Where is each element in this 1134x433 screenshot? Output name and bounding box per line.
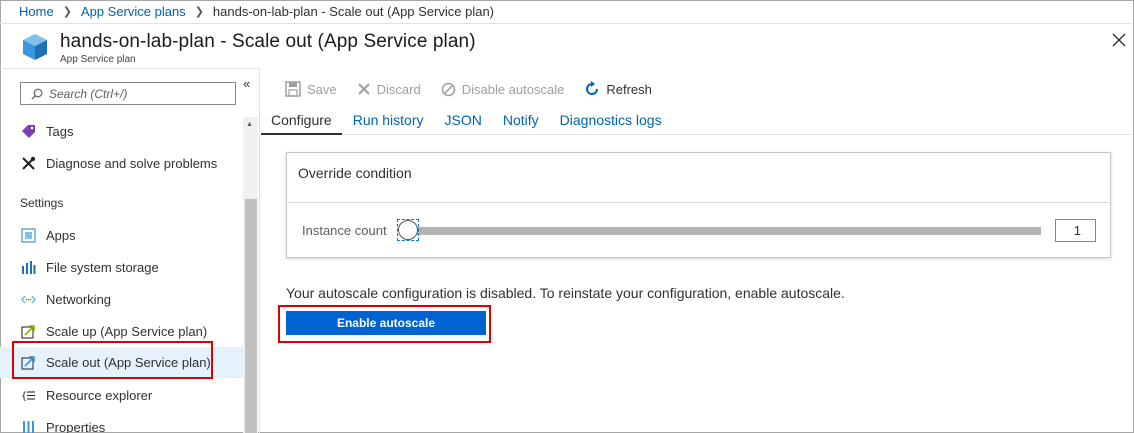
tag-icon — [20, 123, 37, 140]
section-heading-settings: Settings — [20, 196, 64, 210]
sidebar-item-label: Diagnose and solve problems — [46, 156, 218, 171]
networking-icon — [20, 291, 37, 308]
highlight-scale-out — [12, 341, 213, 379]
sidebar-item-label: Tags — [46, 124, 74, 139]
instance-count-slider[interactable] — [407, 227, 1041, 235]
tab-diagnostics-logs[interactable]: Diagnostics logs — [550, 105, 672, 135]
storage-icon — [20, 259, 37, 276]
disable-icon — [441, 82, 455, 96]
save-button[interactable]: Save — [285, 81, 337, 97]
refresh-icon — [586, 81, 599, 95]
sidebar-item-label: Networking — [46, 292, 112, 307]
blade-header: hands-on-lab-plan - Scale out (App Servi… — [0, 25, 1132, 68]
override-condition-card: Override condition Instance count 1 — [286, 152, 1111, 258]
refresh-label: Refresh — [606, 81, 652, 97]
search-input[interactable]: Search (Ctrl+/) — [20, 82, 236, 105]
breadcrumb-home[interactable]: Home — [19, 4, 54, 19]
sidebar-item-label: Properties — [46, 420, 106, 433]
highlight-enable-autoscale — [278, 305, 491, 343]
breadcrumb-app-service-plans[interactable]: App Service plans — [81, 4, 186, 19]
sidebar-item-resource-explorer[interactable]: { Resource explorer — [0, 380, 243, 411]
sidebar-item-networking[interactable]: Networking — [0, 284, 243, 315]
properties-icon — [20, 419, 37, 433]
override-condition-heading: Override condition — [287, 153, 1110, 203]
disable-autoscale-button[interactable]: Disable autoscale — [441, 81, 565, 97]
discard-icon — [357, 83, 370, 95]
sidebar-item-tags[interactable]: Tags — [0, 116, 243, 147]
page-title: hands-on-lab-plan - Scale out (App Servi… — [60, 31, 476, 52]
save-icon — [285, 81, 301, 97]
tab-notify[interactable]: Notify — [493, 105, 549, 135]
svg-text:{: { — [21, 391, 27, 402]
menu-scrollbar-thumb[interactable] — [245, 199, 257, 433]
scroll-up-icon[interactable]: ▲ — [246, 121, 253, 128]
command-bar: Save Discard Disable autoscale Refresh — [285, 79, 672, 99]
discard-button[interactable]: Discard — [357, 82, 421, 97]
autoscale-disabled-message: Your autoscale configuration is disabled… — [286, 285, 845, 301]
breadcrumb: Home ❯ App Service plans ❯ hands-on-lab-… — [0, 0, 1132, 24]
instance-count-label: Instance count — [302, 223, 387, 238]
chevron-right-icon: ❯ — [194, 6, 204, 18]
sidebar-item-properties[interactable]: Properties — [0, 412, 243, 433]
breadcrumb-current: hands-on-lab-plan - Scale out (App Servi… — [212, 4, 495, 19]
search-placeholder: Search (Ctrl+/) — [49, 86, 128, 101]
chevron-right-icon: ❯ — [62, 6, 72, 18]
sidebar-item-label: Resource explorer — [46, 388, 153, 403]
collapse-menu-icon[interactable]: « — [243, 76, 250, 91]
sidebar-item-label: Scale up (App Service plan) — [46, 324, 208, 339]
tab-bar: Configure Run history JSON Notify Diagno… — [261, 105, 1132, 135]
close-icon[interactable] — [1110, 31, 1128, 49]
tab-run-history[interactable]: Run history — [343, 105, 434, 135]
cube-icon — [23, 34, 47, 60]
wrench-icon — [20, 155, 37, 172]
sidebar-item-file-system-storage[interactable]: File system storage — [0, 252, 243, 283]
apps-icon — [20, 227, 37, 244]
scale-up-icon — [20, 323, 37, 340]
page-subtitle: App Service plan — [60, 54, 136, 65]
refresh-button[interactable]: Refresh — [584, 81, 652, 97]
tab-json[interactable]: JSON — [435, 105, 492, 135]
save-label: Save — [307, 81, 337, 97]
instance-count-slider-thumb[interactable] — [398, 220, 418, 240]
sidebar-item-label: Apps — [46, 228, 76, 243]
tab-configure[interactable]: Configure — [261, 105, 342, 135]
resource-explorer-icon: { — [20, 387, 37, 404]
sidebar-item-apps[interactable]: Apps — [0, 220, 243, 251]
sidebar-item-label: File system storage — [46, 260, 159, 275]
disable-autoscale-label: Disable autoscale — [461, 81, 565, 97]
search-icon — [31, 88, 43, 100]
sidebar-item-diagnose[interactable]: Diagnose and solve problems — [0, 148, 243, 179]
instance-count-input[interactable]: 1 — [1055, 219, 1096, 242]
discard-label: Discard — [376, 81, 421, 97]
menu-divider — [259, 68, 260, 433]
